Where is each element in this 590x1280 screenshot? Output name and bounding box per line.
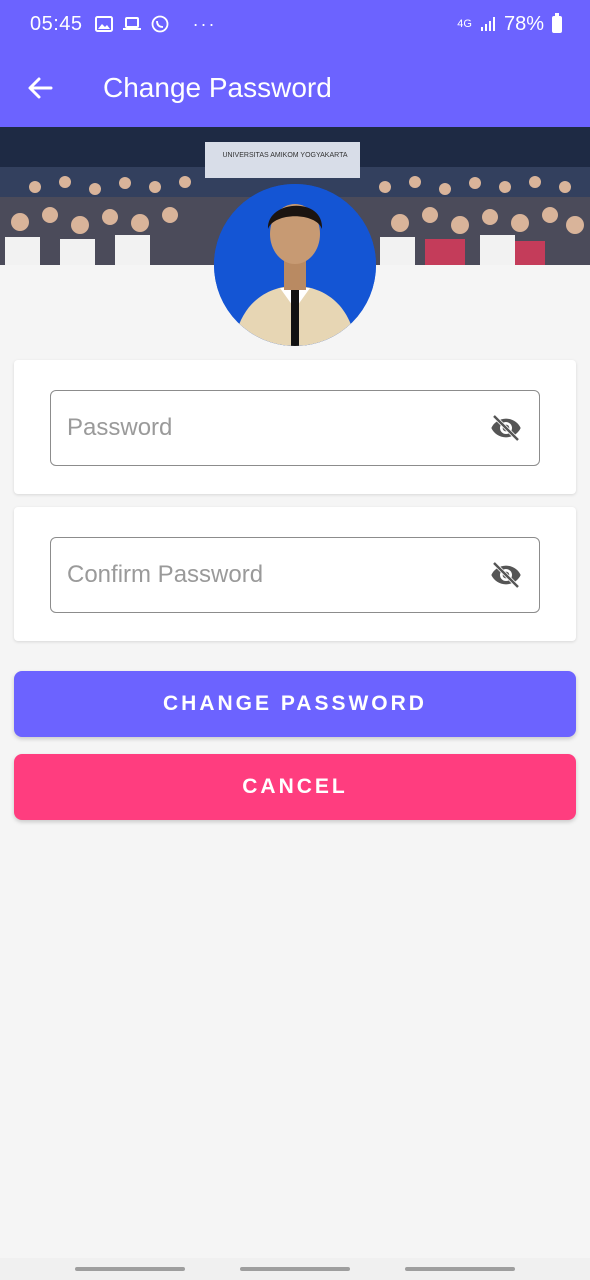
status-right: 4G 78% <box>457 12 562 36</box>
back-button[interactable] <box>0 48 80 127</box>
network-type: 4G <box>457 18 472 30</box>
signal-icon <box>480 17 495 31</box>
confirm-password-field <box>50 537 540 613</box>
status-bar: 05:45 ··· 4G 78% <box>0 0 590 48</box>
system-nav-bar <box>0 1258 590 1280</box>
password-field <box>50 390 540 466</box>
confirm-password-card <box>14 507 576 641</box>
change-password-button[interactable]: CHANGE PASSWORD <box>14 671 576 737</box>
password-visibility-toggle[interactable] <box>489 411 523 445</box>
password-input[interactable] <box>67 414 489 442</box>
password-card <box>14 360 576 494</box>
page-title: Change Password <box>103 71 332 103</box>
image-icon <box>94 16 113 32</box>
banner-caption: UNIVERSITAS AMIKOM YOGYAKARTA <box>222 152 348 159</box>
visibility-off-icon <box>491 561 521 589</box>
notification-icons: ··· <box>94 13 217 35</box>
more-notifications-icon: ··· <box>192 13 217 34</box>
whatsapp-icon <box>151 15 168 33</box>
nav-recents[interactable] <box>75 1267 185 1271</box>
profile-photo <box>214 184 376 346</box>
battery-icon <box>552 12 562 33</box>
confirm-password-input[interactable] <box>67 561 489 589</box>
nav-home[interactable] <box>240 1267 350 1271</box>
nav-back[interactable] <box>405 1267 515 1271</box>
battery-percent: 78% <box>503 12 544 35</box>
arrow-back-icon <box>28 77 53 98</box>
status-time: 05:45 <box>30 12 83 35</box>
cancel-button[interactable]: CANCEL <box>14 754 576 820</box>
avatar[interactable] <box>214 184 376 346</box>
confirm-password-visibility-toggle[interactable] <box>489 558 523 592</box>
visibility-off-icon <box>491 414 521 442</box>
app-bar: Change Password <box>0 48 590 127</box>
laptop-icon <box>122 17 141 30</box>
